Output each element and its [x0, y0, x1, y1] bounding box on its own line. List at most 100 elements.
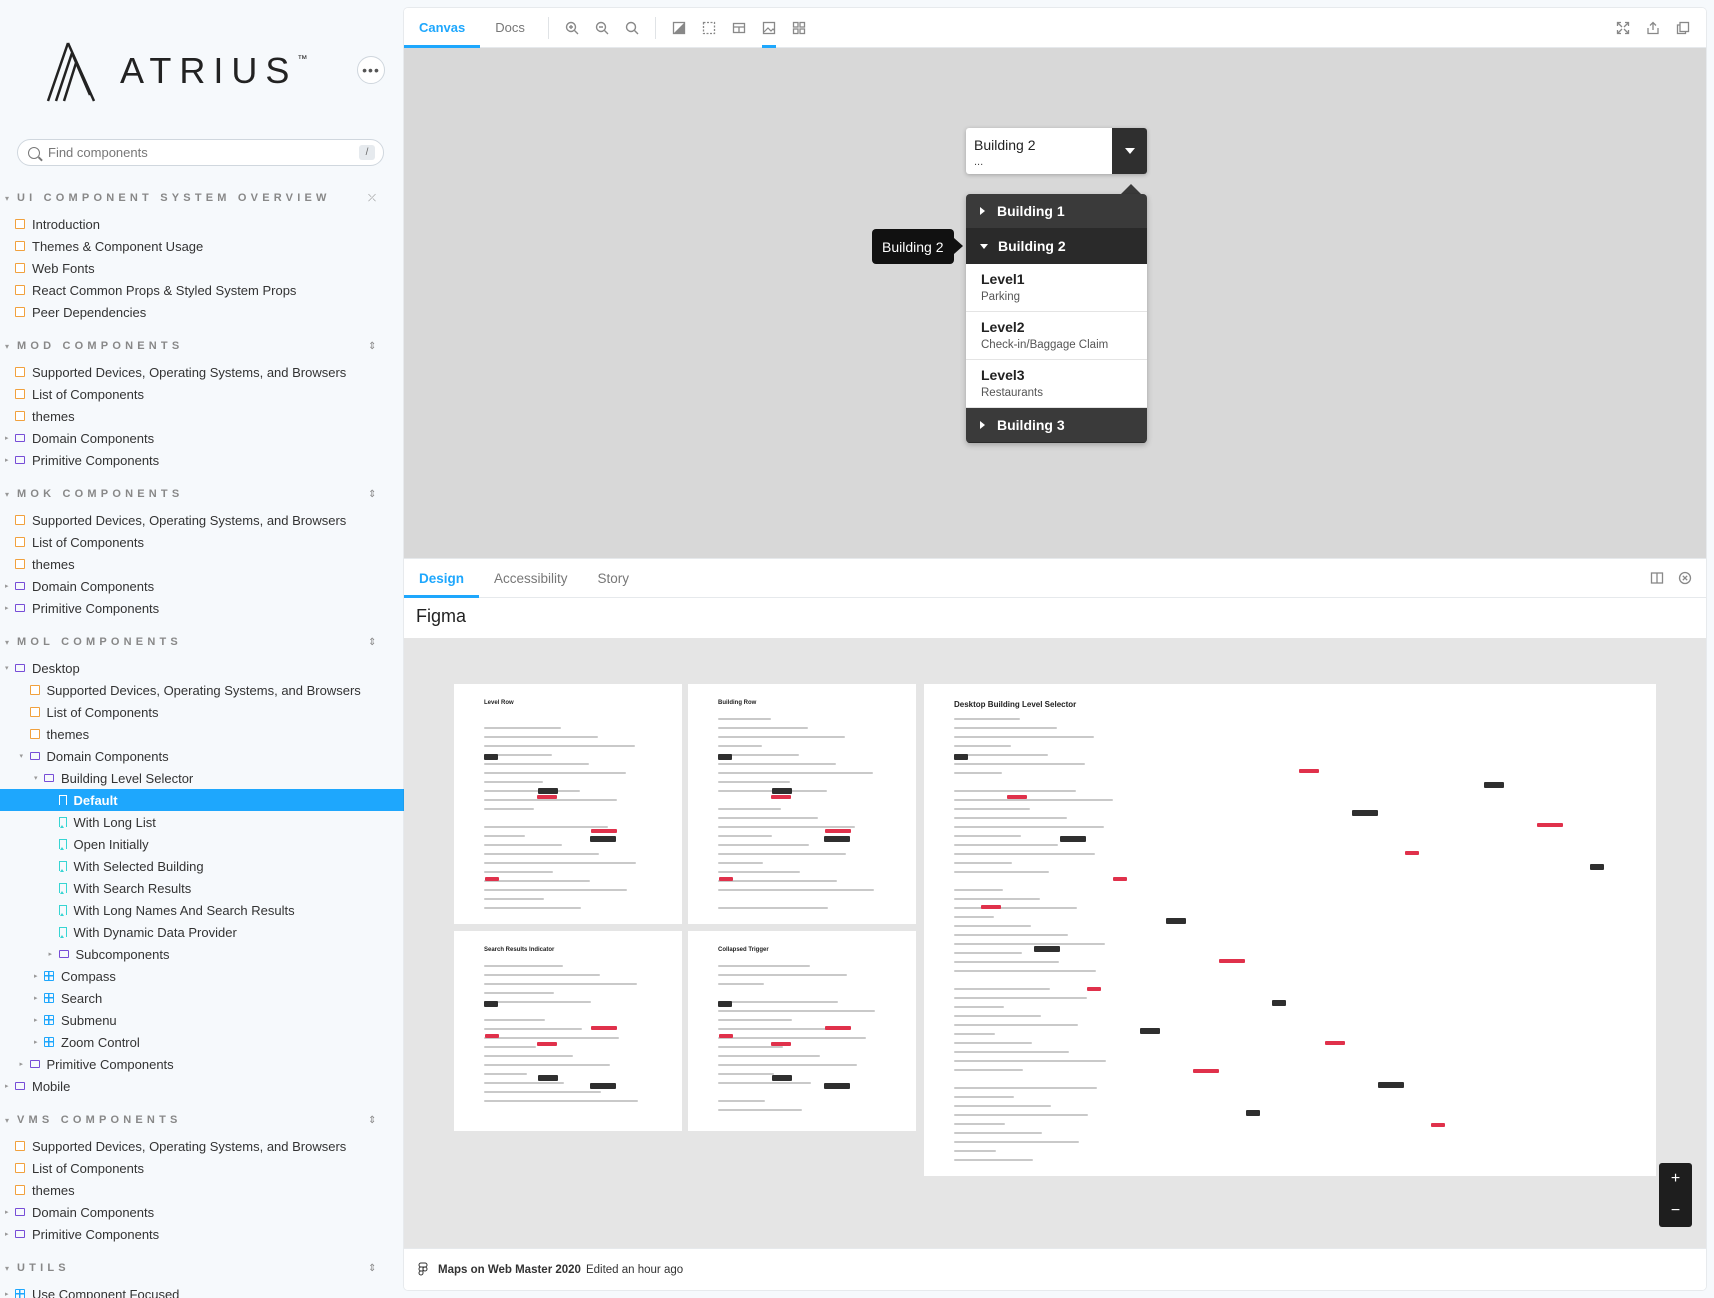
- addon-tabs: Design Accessibility Story: [404, 558, 1706, 598]
- sidebar-item-desktop[interactable]: ▾ Desktop: [0, 657, 404, 679]
- chevron-right-icon: ▸: [5, 1083, 9, 1090]
- sidebar-menu-button[interactable]: •••: [357, 56, 385, 84]
- sidebar-item-use-component-focused[interactable]: ▸ Use Component Focused: [0, 1283, 404, 1298]
- outline-button[interactable]: [784, 8, 814, 48]
- copy-link-button[interactable]: [1668, 8, 1698, 48]
- frame-component-thumb: [591, 829, 617, 833]
- section-header-mod-components[interactable]: ▾ MOD COMPONENTS ⇕: [0, 335, 404, 357]
- sidebar-item-label: themes: [32, 408, 75, 424]
- sidebar-item-mobile[interactable]: ▸ Mobile: [0, 1075, 404, 1097]
- brand-logo[interactable]: ATRIUS™: [46, 36, 307, 106]
- sidebar-item-with-long-list[interactable]: With Long List: [0, 811, 404, 833]
- sidebar-item-introduction[interactable]: Introduction: [0, 213, 404, 235]
- frame-text-line: [954, 1141, 1079, 1143]
- level-row-level2[interactable]: Level2 Check-in/Baggage Claim: [966, 312, 1147, 360]
- frame-text-line: [718, 907, 828, 909]
- sidebar-item-submenu[interactable]: ▸ Submenu: [0, 1009, 404, 1031]
- sidebar-item-with-selected-building[interactable]: With Selected Building: [0, 855, 404, 877]
- dropdown-toggle-button[interactable]: [1112, 128, 1147, 174]
- sidebar-item-supported-devices-operating-systems-and-browsers[interactable]: Supported Devices, Operating Systems, an…: [0, 509, 404, 531]
- expand-all-icon[interactable]: ⇕: [368, 637, 376, 648]
- sidebar-item-supported-devices-operating-systems-and-browsers[interactable]: Supported Devices, Operating Systems, an…: [0, 1135, 404, 1157]
- sidebar-item-subcomponents[interactable]: ▸ Subcomponents: [0, 943, 404, 965]
- section-header-ui-component-system-overview[interactable]: ▾ UI COMPONENT SYSTEM OVERVIEW ⤫: [0, 187, 404, 209]
- tab-canvas[interactable]: Canvas: [404, 8, 481, 48]
- sidebar-item-peer-dependencies[interactable]: Peer Dependencies: [0, 301, 404, 323]
- section-header-mok-components[interactable]: ▾ MOK COMPONENTS ⇕: [0, 483, 404, 505]
- expand-all-icon[interactable]: ⇕: [368, 489, 376, 500]
- sidebar-item-primitive-components[interactable]: ▸ Primitive Components: [0, 597, 404, 619]
- tab-docs[interactable]: Docs: [480, 8, 540, 48]
- section-header-vms-components[interactable]: ▾ VMS COMPONENTS ⇕: [0, 1109, 404, 1131]
- share-button[interactable]: [1638, 8, 1668, 48]
- sidebar-item-primitive-components[interactable]: ▸ Primitive Components: [0, 1223, 404, 1245]
- sidebar-item-domain-components[interactable]: ▸ Domain Components: [0, 575, 404, 597]
- sidebar-item-themes[interactable]: themes: [0, 1179, 404, 1201]
- sidebar-item-with-long-names-and-search-results[interactable]: With Long Names And Search Results: [0, 899, 404, 921]
- zoom-in-button[interactable]: [557, 8, 587, 48]
- sidebar-item-primitive-components[interactable]: ▸ Primitive Components: [0, 449, 404, 471]
- chevron-down-icon: [1124, 148, 1135, 154]
- level-row-level1[interactable]: Level1 Parking: [966, 264, 1147, 312]
- building-row-building-1[interactable]: Building 1: [966, 194, 1147, 229]
- measure-button[interactable]: [724, 8, 754, 48]
- tab-story[interactable]: Story: [583, 558, 645, 598]
- building-row-building-3[interactable]: Building 3: [966, 408, 1147, 443]
- section-header-mol-components[interactable]: ▾ MOL COMPONENTS ⇕: [0, 631, 404, 653]
- sidebar-item-with-dynamic-data-provider[interactable]: With Dynamic Data Provider: [0, 921, 404, 943]
- sidebar-item-supported-devices-operating-systems-and-browsers[interactable]: Supported Devices, Operating Systems, an…: [0, 361, 404, 383]
- sidebar-item-with-search-results[interactable]: With Search Results: [0, 877, 404, 899]
- section-header-utils[interactable]: ▾ UTILS ⇕: [0, 1257, 404, 1279]
- sidebar-item-list-of-components[interactable]: List of Components: [0, 1157, 404, 1179]
- sidebar-item-web-fonts[interactable]: Web Fonts: [0, 257, 404, 279]
- sidebar-item-zoom-control[interactable]: ▸ Zoom Control: [0, 1031, 404, 1053]
- figma-file-name[interactable]: Maps on Web Master 2020: [438, 1264, 581, 1276]
- zoom-out-button[interactable]: −: [1671, 1202, 1680, 1220]
- toolbar-right: [1608, 8, 1706, 48]
- zoom-out-button[interactable]: [587, 8, 617, 48]
- building-row-building-2[interactable]: Building 2: [966, 229, 1147, 264]
- sidebar-item-themes-component-usage[interactable]: Themes & Component Usage: [0, 235, 404, 257]
- search-field[interactable]: /: [17, 139, 384, 166]
- sidebar-item-react-common-props-styled-system-props[interactable]: React Common Props & Styled System Props: [0, 279, 404, 301]
- grid-button[interactable]: [694, 8, 724, 48]
- sidebar-item-domain-components[interactable]: ▸ Domain Components: [0, 1201, 404, 1223]
- sidebar-item-list-of-components[interactable]: List of Components: [0, 383, 404, 405]
- sidebar-item-supported-devices-operating-systems-and-browsers[interactable]: Supported Devices, Operating Systems, an…: [0, 679, 404, 701]
- sidebar-item-list-of-components[interactable]: List of Components: [0, 701, 404, 723]
- split-panel-icon[interactable]: [1650, 571, 1664, 585]
- sidebar-item-open-initially[interactable]: Open Initially: [0, 833, 404, 855]
- sidebar-item-themes[interactable]: themes: [0, 723, 404, 745]
- sidebar-item-themes[interactable]: themes: [0, 405, 404, 427]
- fullscreen-button[interactable]: [1608, 8, 1638, 48]
- close-icon[interactable]: [1678, 571, 1692, 585]
- sidebar-item-search[interactable]: ▸ Search: [0, 987, 404, 1009]
- sidebar-item-list-of-components[interactable]: List of Components: [0, 531, 404, 553]
- tab-design[interactable]: Design: [404, 558, 480, 598]
- expand-all-icon[interactable]: ⇕: [368, 1115, 376, 1126]
- collapse-all-icon[interactable]: ⤫: [368, 193, 376, 204]
- chevron-down-icon: ▾: [5, 341, 10, 351]
- zoom-in-button[interactable]: +: [1671, 1170, 1680, 1188]
- sidebar-item-compass[interactable]: ▸ Compass: [0, 965, 404, 987]
- level-row-level3[interactable]: Level3 Restaurants: [966, 360, 1147, 408]
- sidebar-item-domain-components[interactable]: ▸ Domain Components: [0, 427, 404, 449]
- frame-text-line: [484, 974, 600, 976]
- sidebar-item-default[interactable]: Default: [0, 789, 404, 811]
- image-button[interactable]: [754, 8, 784, 48]
- sidebar-item-themes[interactable]: themes: [0, 553, 404, 575]
- frame-text-line: [718, 727, 808, 729]
- expand-all-icon[interactable]: ⇕: [368, 1263, 376, 1274]
- frame-component-thumb: [537, 795, 557, 799]
- sidebar-item-domain-components[interactable]: ▾ Domain Components: [0, 745, 404, 767]
- expand-all-icon[interactable]: ⇕: [368, 341, 376, 352]
- component-icon: [44, 1037, 54, 1047]
- zoom-reset-button[interactable]: [617, 8, 647, 48]
- sidebar-item-building-level-selector[interactable]: ▾ Building Level Selector: [0, 767, 404, 789]
- figma-embed[interactable]: Level Row Building Row Desktop Building …: [404, 638, 1706, 1248]
- background-button[interactable]: [664, 8, 694, 48]
- search-input[interactable]: [48, 145, 359, 160]
- tab-accessibility[interactable]: Accessibility: [479, 558, 583, 598]
- sidebar-item-primitive-components[interactable]: ▸ Primitive Components: [0, 1053, 404, 1075]
- building-selector-trigger[interactable]: Building 2 ...: [966, 128, 1147, 174]
